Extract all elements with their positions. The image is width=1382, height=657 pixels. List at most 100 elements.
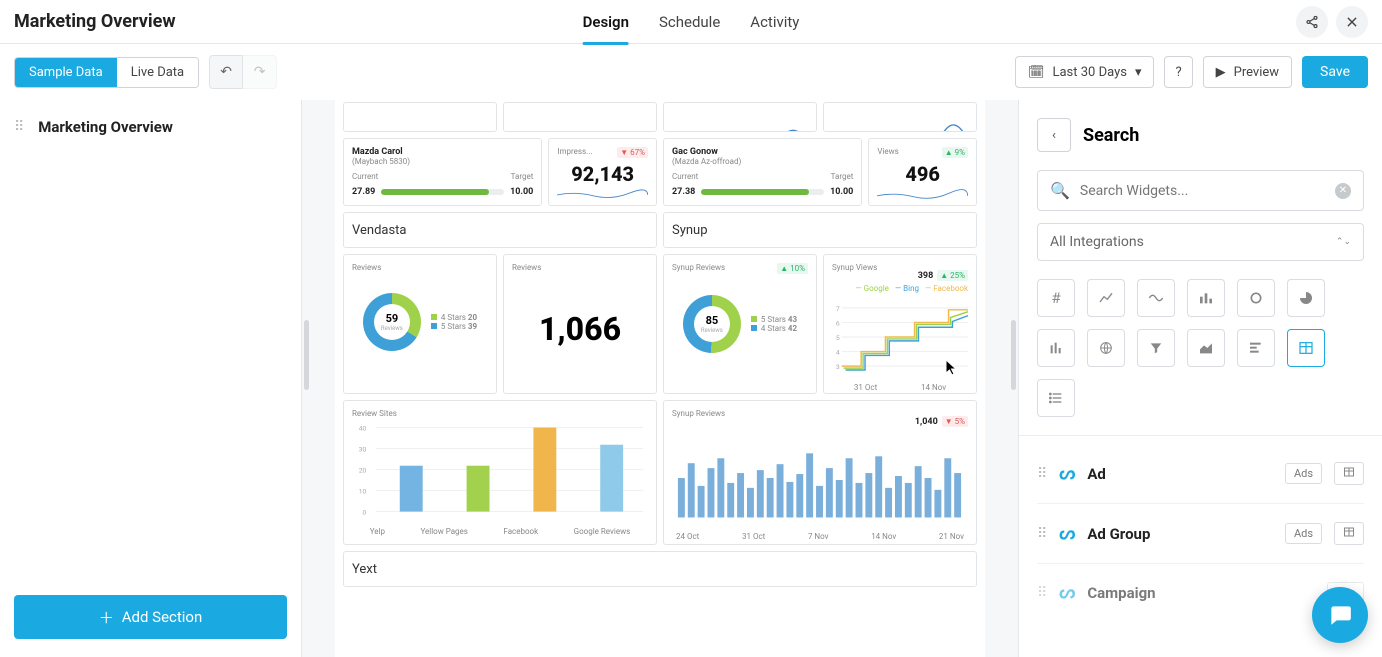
widget-synup-reviews-bar[interactable]: Synup Reviews 1,040 ▼ 5% xyxy=(663,400,977,545)
share-icon xyxy=(1305,15,1319,29)
legend-label: 5 Stars xyxy=(441,322,466,331)
widget-views[interactable]: Views ▲ 9% 496 xyxy=(868,138,977,206)
type-pie-button[interactable] xyxy=(1287,279,1325,317)
section-synup[interactable]: Synup xyxy=(663,212,977,248)
type-area-button[interactable] xyxy=(1187,329,1225,367)
chat-icon xyxy=(1327,602,1353,628)
widget-name: Ad xyxy=(1087,465,1273,483)
drag-handle-icon[interactable]: ⠿ xyxy=(14,119,24,135)
scrollbar[interactable] xyxy=(304,320,309,390)
redo-icon: ↷ xyxy=(254,64,266,80)
chevron-down-icon: ▾ xyxy=(1135,65,1142,80)
drag-handle-icon[interactable]: ⠿ xyxy=(1037,585,1047,601)
widget-impressions[interactable]: Impress... ▼ 67% 92,143 xyxy=(548,138,657,206)
chat-button[interactable] xyxy=(1312,587,1368,643)
preview-button[interactable]: ▶ Preview xyxy=(1203,56,1292,88)
redo-button[interactable]: ↷ xyxy=(243,55,277,89)
add-section-button[interactable]: ＋ Add Section xyxy=(14,595,287,639)
widget-reviews-donut[interactable]: Reviews 59Reviews 4 Stars 20 5 Stars 39 xyxy=(343,254,497,394)
tab-activity[interactable]: Activity xyxy=(750,1,799,43)
preview-label: Preview xyxy=(1234,65,1279,80)
stat-value: 92,143 xyxy=(557,162,648,186)
svg-text:7: 7 xyxy=(836,305,840,313)
hbar-icon xyxy=(1248,340,1264,356)
legend-label: 5 Stars xyxy=(761,315,786,324)
widget-synup-reviews-donut[interactable]: Synup Reviews ▲ 10% 85Reviews 5 Stars 43… xyxy=(663,254,817,394)
scrollbar[interactable] xyxy=(1011,320,1016,390)
widget-subtitle: (Mazda Az-offroad) xyxy=(672,157,853,166)
back-button[interactable]: ‹ xyxy=(1037,118,1071,152)
integration-icon: ᔕ xyxy=(1059,582,1075,603)
date-range-button[interactable]: 🗓 Last 30 Days ▾ xyxy=(1015,56,1155,88)
widget-mazda[interactable]: Mazda Carol (Maybach 5830) Current Targe… xyxy=(343,138,542,206)
type-hbar-button[interactable] xyxy=(1237,329,1275,367)
drag-handle-icon[interactable]: ⠿ xyxy=(1037,526,1047,542)
widget-card[interactable] xyxy=(503,102,657,132)
donut-sub: Reviews xyxy=(701,327,723,334)
axis-label: 31 Oct xyxy=(854,383,877,392)
axis-label: 7 Nov xyxy=(808,532,829,541)
widget-card[interactable] xyxy=(823,102,977,132)
clear-button[interactable]: ✕ xyxy=(1335,183,1351,199)
share-button[interactable] xyxy=(1296,6,1328,38)
type-funnel-button[interactable] xyxy=(1137,329,1175,367)
widget-item-ad[interactable]: ⠿ ᔕ Ad Ads xyxy=(1037,444,1364,504)
section-yext[interactable]: Yext xyxy=(343,551,977,587)
sparkline-chart xyxy=(877,187,968,201)
design-canvas: Mazda Carol (Maybach 5830) Current Targe… xyxy=(335,100,985,657)
type-number-button[interactable]: # xyxy=(1037,279,1075,317)
svg-text:4: 4 xyxy=(836,348,840,356)
type-donut-button[interactable] xyxy=(1237,279,1275,317)
widget-subtitle: (Maybach 5830) xyxy=(352,157,533,166)
widget-item-adgroup[interactable]: ⠿ ᔕ Ad Group Ads xyxy=(1037,504,1364,564)
value-current: 27.89 xyxy=(352,187,375,197)
type-line-button[interactable] xyxy=(1087,279,1125,317)
help-icon: ? xyxy=(1175,65,1181,80)
table-icon xyxy=(1298,340,1314,356)
tab-schedule[interactable]: Schedule xyxy=(659,1,720,43)
tag-table[interactable] xyxy=(1334,522,1364,545)
tag-ads[interactable]: Ads xyxy=(1285,523,1322,544)
section-vendasta[interactable]: Vendasta xyxy=(343,212,657,248)
undo-button[interactable]: ↶ xyxy=(209,55,243,89)
widget-label: Views xyxy=(877,147,898,158)
undo-icon: ↶ xyxy=(220,64,232,80)
label-current: Current xyxy=(672,172,698,181)
widget-label: Review Sites xyxy=(352,409,648,418)
type-geo-button[interactable] xyxy=(1087,329,1125,367)
widget-gac[interactable]: Gac Gonow (Mazda Az-offroad) Current Tar… xyxy=(663,138,862,206)
widget-card[interactable] xyxy=(343,102,497,132)
save-button[interactable]: Save xyxy=(1302,56,1368,88)
type-sparkline-button[interactable] xyxy=(1137,279,1175,317)
type-column-button[interactable] xyxy=(1037,329,1075,367)
widget-review-sites[interactable]: Review Sites 403020100 Yelp Yellow Pages… xyxy=(343,400,657,545)
live-data-button[interactable]: Live Data xyxy=(117,58,198,87)
axis-label: Yelp xyxy=(370,527,385,536)
sparkline-chart xyxy=(832,111,968,132)
help-button[interactable]: ? xyxy=(1164,56,1192,88)
tag-table[interactable] xyxy=(1334,462,1364,485)
cursor-icon xyxy=(946,360,958,376)
add-section-label: Add Section xyxy=(122,608,203,626)
stat-value: 1,040 xyxy=(915,417,938,427)
widget-card[interactable] xyxy=(663,102,817,132)
tab-design[interactable]: Design xyxy=(583,1,629,43)
trend-badge: ▲ 9% xyxy=(942,147,968,158)
integrations-dropdown[interactable]: All Integrations ⌃⌄ xyxy=(1037,223,1364,261)
close-button[interactable] xyxy=(1336,6,1368,38)
search-input[interactable] xyxy=(1080,183,1325,199)
section-name[interactable]: Marketing Overview xyxy=(38,118,173,136)
widget-name: Ad Group xyxy=(1087,525,1273,543)
widget-reviews-big[interactable]: Reviews 1,066 xyxy=(503,254,657,394)
plus-icon: ＋ xyxy=(99,607,114,628)
trend-badge: ▲ 25% xyxy=(937,270,968,281)
type-bar-button[interactable] xyxy=(1187,279,1225,317)
bar-chart xyxy=(672,428,968,528)
sample-data-button[interactable]: Sample Data xyxy=(15,58,117,87)
type-table-button[interactable] xyxy=(1287,329,1325,367)
integration-icon: ᔕ xyxy=(1059,523,1075,544)
type-list-button[interactable] xyxy=(1037,379,1075,417)
tag-ads[interactable]: Ads xyxy=(1285,463,1322,484)
drag-handle-icon[interactable]: ⠿ xyxy=(1037,466,1047,482)
trend-badge: ▼ 5% xyxy=(942,416,968,427)
